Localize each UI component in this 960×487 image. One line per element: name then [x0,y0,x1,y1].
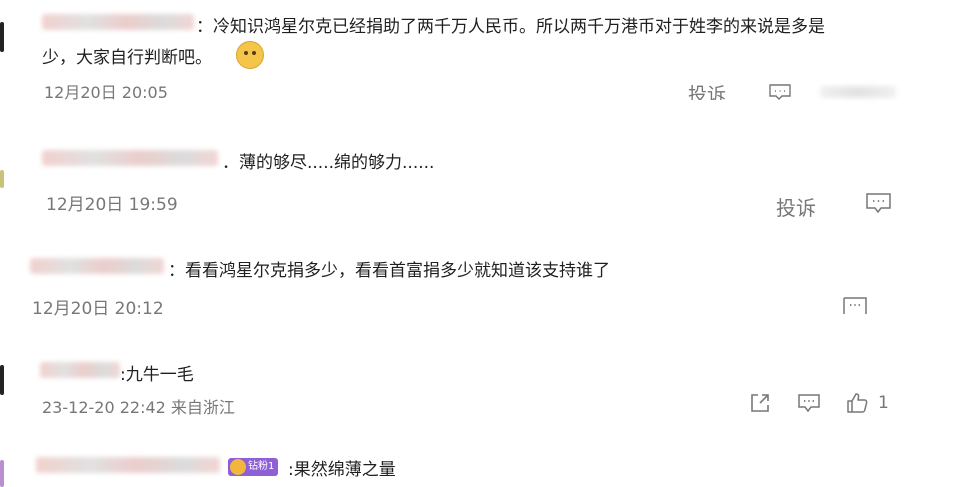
avatar-edge-2 [0,170,4,188]
share-icon[interactable] [749,392,771,414]
like-count: 1 [878,393,889,413]
thumbs-up-icon [847,393,868,413]
comment-text-line1: ：冷知识鸿星尔克已经捐助了两千万人民币。所以两千万港币对于姓李的来说是多是 [196,17,825,37]
comment-icon[interactable] [842,296,868,314]
comment-icon[interactable] [768,84,792,100]
avatar-edge-1 [0,22,4,52]
comment-text: ．薄的够尽.....绵的够力...... [222,153,435,173]
doge-emoji-icon [236,41,264,69]
crown-icon [230,459,246,475]
like-area-blurred[interactable] [820,86,896,98]
username-blurred[interactable] [42,150,218,166]
avatar-edge-5 [0,460,4,487]
comment-text: ：看看鸿星尔克捐多少，看看首富捐多少就知道该支持谁了 [168,261,610,281]
report-button[interactable]: 投诉 [688,80,726,100]
username-blurred[interactable] [36,457,220,473]
comment-timestamp-location: 23-12-20 22:42 来自浙江 [42,398,235,417]
comment-timestamp: 12月20日 20:05 [44,83,168,102]
comment-text-line2: 少，大家自行判断吧。 [42,48,212,68]
comment-timestamp: 12月20日 20:12 [32,299,164,319]
avatar-edge-4 [0,365,4,395]
like-button[interactable]: 1 [845,391,895,415]
comment-text: :果然绵薄之量 [288,460,396,480]
comment-icon[interactable] [797,393,821,413]
fan-badge: 钻粉1 [228,458,279,476]
username-blurred[interactable] [30,258,164,274]
comment-text: :九牛一毛 [120,365,194,385]
comment-timestamp: 12月20日 19:59 [46,195,178,215]
username-blurred[interactable] [40,362,120,378]
username-blurred[interactable] [42,14,194,30]
comment-icon[interactable] [865,192,892,214]
report-button[interactable]: 投诉 [776,192,816,221]
fan-badge-label: 钻粉1 [248,461,275,472]
